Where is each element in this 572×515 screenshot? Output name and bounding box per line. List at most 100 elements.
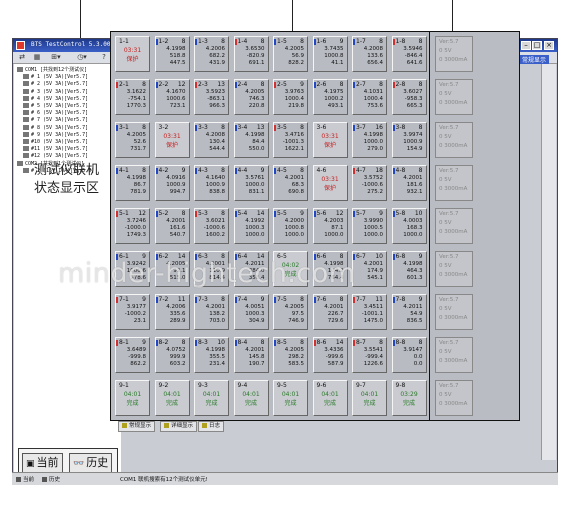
channel-cell[interactable]: 2-2 12 4.1670 1000.6 723.1 bbox=[154, 79, 190, 115]
tree-device[interactable]: # 9 (5V 3A)[Ver5.7] bbox=[23, 131, 89, 139]
connect-icon[interactable]: ⇄ bbox=[15, 53, 29, 62]
channel-cell[interactable]: 2-6 8 4.1975 1000.2 493.1 bbox=[312, 79, 348, 115]
channel-cell[interactable]: 4-1 8 4.1998 86.7 781.9 bbox=[115, 165, 150, 201]
channel-cell[interactable]: 4-7 18 3.5752 -1000.6 275.2 bbox=[352, 165, 387, 201]
channel-cell[interactable]: 9-3 04:01 完成 bbox=[194, 380, 229, 416]
minimize-button[interactable]: – bbox=[521, 41, 531, 50]
status-history[interactable]: 历史 bbox=[42, 475, 60, 483]
tree-device[interactable]: # 6 (5V 3A)[Ver5.7] bbox=[23, 110, 88, 117]
channel-cell[interactable]: 8-3 10 4.1998 355.5 231.4 bbox=[194, 337, 229, 373]
channel-cell[interactable]: 7-1 9 3.9177 -1000.2 23.1 bbox=[115, 294, 150, 330]
channel-cell[interactable]: 5-8 10 4.0003 168.3 1000.0 bbox=[391, 208, 427, 244]
channel-cell[interactable]: 1-2 8 4.1998 518.8 447.5 bbox=[154, 36, 190, 72]
channel-cell[interactable]: 7-3 8 4.2001 138.2 703.0 bbox=[194, 294, 229, 330]
close-button[interactable]: × bbox=[544, 41, 554, 50]
channel-cell[interactable]: 7-7 11 3.4511 -1001.1 1475.0 bbox=[352, 294, 387, 330]
channel-cell[interactable]: 4-5 8 4.2001 68.3 690.8 bbox=[273, 165, 308, 201]
channel-cell[interactable]: 7-6 8 4.2001 226.7 729.6 bbox=[312, 294, 348, 330]
channel-voltage: 4.2011 bbox=[403, 304, 423, 310]
channel-voltage: 3.5761 bbox=[245, 175, 265, 181]
tree-device[interactable]: # 5 (5V 3A)[Ver5.7] bbox=[23, 103, 88, 110]
channel-cell[interactable]: 8-5 8 4.2005 298.2 583.5 bbox=[273, 337, 308, 373]
right-scroll-bar[interactable] bbox=[541, 64, 556, 460]
channel-cell[interactable]: 2-5 9 3.9763 1000.4 219.8 bbox=[273, 79, 308, 115]
channel-cell[interactable]: 7-4 9 4.0051 1000.3 304.9 bbox=[233, 294, 269, 330]
tree-port[interactable]: COM1 [共找到12个测试仪] bbox=[17, 67, 87, 74]
channel-cell[interactable]: 1-4 8 3.6530 -820.9 691.1 bbox=[233, 36, 269, 72]
tree-label: # 9 (5V 3A)[Ver5.7] bbox=[31, 131, 89, 138]
layout-dropdown-icon[interactable]: ⊞▾ bbox=[45, 53, 67, 62]
channel-cell[interactable]: 9-6 04:01 完成 bbox=[312, 380, 348, 416]
channel-cell[interactable]: 5-1 12 3.7246 -1000.0 1749.3 bbox=[115, 208, 150, 244]
channel-cell[interactable]: 3-2 03:31 保护 bbox=[154, 122, 190, 158]
channel-cell[interactable]: 1-3 8 4.2006 682.2 431.9 bbox=[194, 36, 229, 72]
tab-current[interactable]: ▣ 当前 bbox=[22, 453, 63, 473]
channel-cell[interactable]: 3-4 13 4.1998 84.4 550.0 bbox=[233, 122, 269, 158]
tab-history[interactable]: 👓 历史 bbox=[69, 453, 113, 473]
channel-cell[interactable]: 3-6 03:31 保护 bbox=[312, 122, 348, 158]
channel-cell[interactable]: 3-3 8 4.2008 130.4 544.4 bbox=[194, 122, 229, 158]
channel-cell[interactable]: 3-5 8 3.4716 -1001.3 1622.1 bbox=[273, 122, 308, 158]
channel-cell[interactable]: 1-1 03:31 保护 bbox=[115, 36, 150, 72]
tree-device[interactable]: # 2 (5V 3A)[Ver5.7] bbox=[23, 81, 88, 88]
channel-cell[interactable]: 4-6 03:31 保护 bbox=[312, 165, 348, 201]
channel-cell[interactable]: 2-7 8 4.1031 1000.4 753.6 bbox=[352, 79, 387, 115]
tab-log[interactable]: 日志 bbox=[198, 421, 225, 432]
channel-cell[interactable]: 8-2 8 4.0752 999.9 603.2 bbox=[154, 337, 190, 373]
channel-cell[interactable]: 3-1 8 4.2005 52.6 731.7 bbox=[115, 122, 150, 158]
channel-cell[interactable]: 4-2 9 4.0916 1000.9 994.7 bbox=[154, 165, 190, 201]
channel-cell[interactable]: 8-6 14 3.4336 -999.6 587.9 bbox=[312, 337, 348, 373]
channel-cell[interactable]: 7-5 8 4.2005 97.5 746.9 bbox=[273, 294, 308, 330]
step-number: 8 bbox=[418, 124, 423, 131]
channel-cell[interactable]: 5-5 9 4.2000 1000.8 1000.0 bbox=[273, 208, 308, 244]
channel-cell[interactable]: 9-2 04:01 完成 bbox=[154, 380, 190, 416]
channel-cell[interactable]: 2-3 13 3.5923 -863.1 966.3 bbox=[194, 79, 229, 115]
channel-cell[interactable]: 1-6 9 3.7435 1000.8 41.1 bbox=[312, 36, 348, 72]
channel-cell[interactable]: 6-8 9 4.1998 464.3 601.3 bbox=[391, 251, 427, 287]
channel-cell[interactable]: 8-7 8 3.5541 -999.4 1226.6 bbox=[352, 337, 387, 373]
channel-cell[interactable]: 5-4 14 4.1992 1000.3 1000.0 bbox=[233, 208, 269, 244]
tree-device[interactable]: # 8 (5V 3A)[Ver5.7] bbox=[23, 124, 88, 132]
channel-cell[interactable]: 9-1 04:01 完成 bbox=[115, 380, 150, 416]
channel-cell[interactable]: 4-3 8 4.1640 1000.9 838.8 bbox=[194, 165, 229, 201]
channel-cell[interactable]: 2-8 8 3.6027 -958.3 665.3 bbox=[391, 79, 427, 115]
maximize-button[interactable]: □ bbox=[532, 41, 542, 50]
tree-device[interactable]: # 3 (5V 3A)[Ver5.7] bbox=[23, 88, 88, 96]
grid-icon[interactable]: ▦ bbox=[30, 53, 44, 62]
channel-cell[interactable]: 2-1 8 3.1622 -754.1 1770.3 bbox=[115, 79, 150, 115]
channel-cell[interactable]: 8-4 8 4.2001 145.8 190.7 bbox=[233, 337, 269, 373]
channel-cell[interactable]: 3-8 8 3.9974 1000.9 154.9 bbox=[391, 122, 427, 158]
channel-cell[interactable]: 6-7 10 4.2001 174.9 545.1 bbox=[352, 251, 387, 287]
channel-cell[interactable]: 1-8 8 3.5946 -846.4 641.6 bbox=[391, 36, 427, 72]
tree-device[interactable]: #11 (5V 3A)[Ver5.7] bbox=[23, 146, 88, 153]
help-icon[interactable]: ? bbox=[97, 53, 111, 62]
tree-device[interactable]: #12 (5V 3A)[Ver5.7] bbox=[23, 153, 88, 160]
channel-cell[interactable]: 4-8 8 4.2001 181.6 932.1 bbox=[391, 165, 427, 201]
channel-cell[interactable]: 9-7 04:01 完成 bbox=[352, 380, 387, 416]
tab-detail-view[interactable]: 详细显示 bbox=[160, 421, 198, 432]
channel-cell[interactable]: 2-4 8 4.2005 746.3 220.8 bbox=[233, 79, 269, 115]
tree-device[interactable]: # 7 (5V 3A)[Ver5.7] bbox=[23, 117, 88, 124]
channel-cell[interactable]: 7-8 9 4.2011 54.9 836.5 bbox=[391, 294, 427, 330]
channel-state-marker bbox=[234, 39, 237, 45]
tree-device[interactable]: # 1 (5V 3A)[Ver5.7] bbox=[23, 74, 88, 81]
channel-cell[interactable]: 3-7 16 4.1998 1000.0 279.0 bbox=[352, 122, 387, 158]
channel-cell[interactable]: 7-2 11 4.2006 335.6 289.9 bbox=[154, 294, 190, 330]
channel-cell[interactable]: 1-7 8 4.2008 133.6 656.4 bbox=[352, 36, 387, 72]
clock-dropdown-icon[interactable]: ◷▾ bbox=[71, 53, 93, 62]
status-current[interactable]: 当前 bbox=[16, 475, 34, 483]
channel-cell[interactable]: 5-6 12 4.2003 87.1 1000.0 bbox=[312, 208, 348, 244]
tree-device[interactable]: # 4 (5V 3A)[Ver5.7] bbox=[23, 95, 88, 103]
channel-cell[interactable]: 1-5 8 4.2005 56.9 828.2 bbox=[273, 36, 308, 72]
channel-cell[interactable]: 8-8 8 3.9147 0.0 0.0 bbox=[391, 337, 427, 373]
channel-cell[interactable]: 5-7 9 3.9990 1000.5 1000.0 bbox=[352, 208, 387, 244]
tree-device[interactable]: #10 (5V 3A)[Ver5.7] bbox=[23, 139, 88, 146]
channel-cell[interactable]: 9-8 03:29 完成 bbox=[391, 380, 427, 416]
channel-cell[interactable]: 5-3 8 3.6021 -1000.6 1600.2 bbox=[194, 208, 229, 244]
tab-normal-view[interactable]: 常规显示 bbox=[118, 421, 156, 432]
channel-cell[interactable]: 9-5 04:01 完成 bbox=[273, 380, 308, 416]
channel-cell[interactable]: 4-4 9 3.5761 1000.0 831.1 bbox=[233, 165, 269, 201]
channel-cell[interactable]: 8-1 9 3.6489 -999.8 862.2 bbox=[115, 337, 150, 373]
channel-cell[interactable]: 9-4 04:01 完成 bbox=[233, 380, 269, 416]
channel-cell[interactable]: 5-2 8 4.2001 161.6 540.7 bbox=[154, 208, 190, 244]
